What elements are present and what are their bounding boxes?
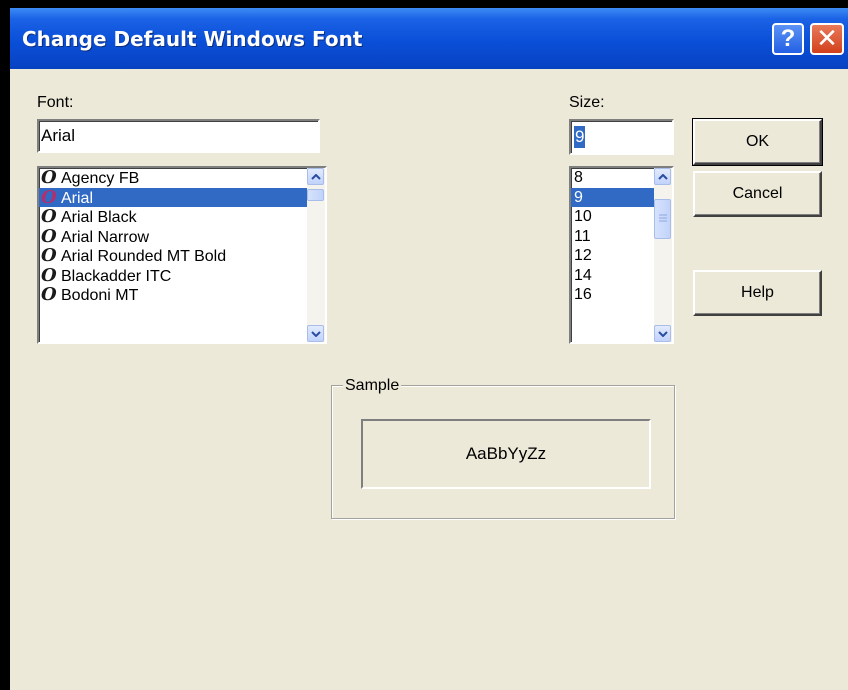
size-list-item[interactable]: 9 bbox=[571, 187, 654, 207]
size-field[interactable]: 9 bbox=[569, 119, 674, 155]
dialog-window: Change Default Windows Font ? ✕ Font: OA… bbox=[0, 0, 848, 690]
sample-text: AaBbYyZz bbox=[465, 444, 547, 463]
size-list-item[interactable]: 8 bbox=[571, 168, 654, 188]
opentype-font-icon: O bbox=[41, 187, 57, 207]
cancel-button[interactable]: Cancel bbox=[693, 171, 822, 217]
font-list-item[interactable]: O Blackadder ITC bbox=[39, 266, 307, 286]
size-listbox[interactable]: 8 9 10 11 12 14 16 bbox=[569, 166, 674, 344]
font-scroll-thumb[interactable] bbox=[307, 189, 324, 201]
ok-button[interactable]: OK bbox=[692, 118, 823, 166]
opentype-font-icon: O bbox=[41, 265, 57, 285]
title-bar[interactable]: Change Default Windows Font ? ✕ bbox=[10, 8, 848, 69]
font-list-item-label: Agency FB bbox=[61, 170, 140, 187]
opentype-font-icon: O bbox=[41, 226, 57, 246]
help-button[interactable]: Help bbox=[693, 270, 822, 316]
sample-preview: AaBbYyZz bbox=[361, 419, 651, 489]
close-icon: ✕ bbox=[816, 24, 838, 54]
chevron-up-icon bbox=[310, 173, 321, 180]
opentype-font-icon: O bbox=[41, 207, 57, 227]
font-scroll-down-button[interactable] bbox=[307, 325, 324, 342]
font-list-item[interactable]: O Arial Rounded MT Bold bbox=[39, 246, 307, 266]
chevron-down-icon bbox=[310, 330, 321, 337]
size-list-items: 8 9 10 11 12 14 16 bbox=[571, 168, 654, 342]
font-list-item[interactable]: O Arial Black bbox=[39, 207, 307, 227]
font-list-scrollbar[interactable] bbox=[307, 168, 325, 342]
font-list-item-label: Blackadder ITC bbox=[61, 267, 172, 285]
chevron-up-icon bbox=[657, 173, 668, 180]
size-list-scrollbar[interactable] bbox=[654, 168, 672, 342]
opentype-font-icon: O bbox=[41, 168, 57, 188]
size-list-item[interactable]: 12 bbox=[571, 246, 654, 266]
font-list-item-label: Bodoni MT bbox=[61, 287, 139, 304]
size-label: Size: bbox=[569, 94, 605, 111]
font-name-input[interactable] bbox=[39, 121, 318, 151]
font-list-item-label: Arial Narrow bbox=[61, 228, 150, 246]
size-list-item[interactable]: 10 bbox=[571, 207, 654, 227]
title-help-button[interactable]: ? bbox=[772, 23, 804, 55]
size-scroll-thumb[interactable] bbox=[654, 199, 671, 239]
sample-label: Sample bbox=[343, 377, 402, 395]
font-list-item[interactable]: O Arial Narrow bbox=[39, 227, 307, 247]
size-list-item[interactable]: 14 bbox=[571, 266, 654, 286]
title-close-button[interactable]: ✕ bbox=[810, 23, 844, 55]
size-scroll-down-button[interactable] bbox=[654, 325, 671, 342]
size-scroll-up-button[interactable] bbox=[654, 168, 671, 185]
font-list-item-label: Arial Black bbox=[61, 209, 137, 226]
font-list-item[interactable]: O Bodoni MT bbox=[39, 285, 307, 305]
chevron-down-icon bbox=[657, 330, 668, 337]
font-scroll-up-button[interactable] bbox=[307, 168, 324, 185]
font-label: Font: bbox=[37, 94, 74, 111]
font-listbox[interactable]: O Agency FB O Arial O Arial Black O Arial Narro… bbox=[37, 166, 327, 344]
font-list-item[interactable]: O Arial bbox=[39, 187, 307, 207]
font-list-item[interactable]: O Agency FB bbox=[39, 168, 307, 188]
dialog-title: Change Default Windows Font bbox=[22, 27, 363, 51]
question-mark-icon: ? bbox=[780, 25, 796, 52]
font-list-item-label: Arial Rounded MT Bold bbox=[61, 248, 227, 265]
grip-icon bbox=[659, 214, 667, 222]
font-list-item-label: Arial bbox=[61, 189, 94, 207]
size-list-item[interactable]: 11 bbox=[571, 227, 654, 247]
size-list-item[interactable]: 16 bbox=[571, 285, 654, 305]
opentype-font-icon: O bbox=[41, 285, 57, 305]
size-input-value[interactable]: 9 bbox=[574, 126, 586, 148]
font-name-field[interactable] bbox=[37, 119, 320, 153]
font-list-items: O Agency FB O Arial O Arial Black O Arial Narro… bbox=[39, 168, 307, 342]
opentype-font-icon: O bbox=[41, 246, 57, 266]
